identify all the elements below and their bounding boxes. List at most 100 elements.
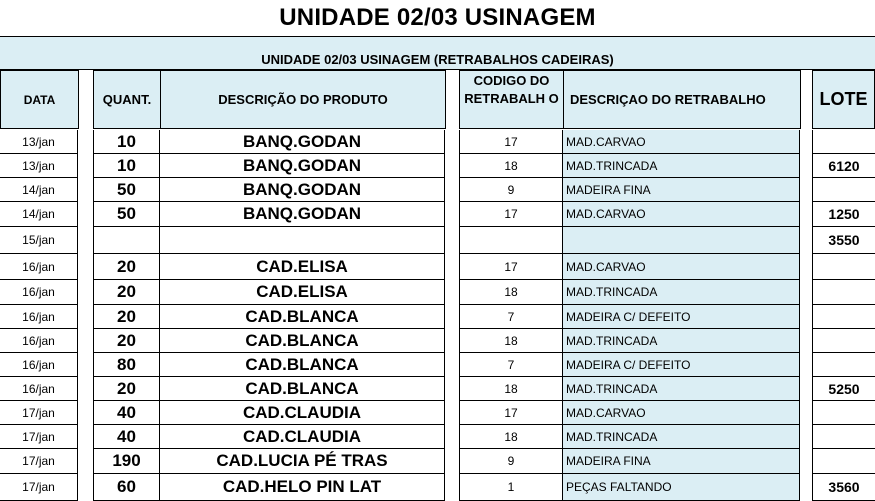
rework-code-cell[interactable]: 9 xyxy=(459,178,563,202)
rework-code-cell[interactable]: 18 xyxy=(459,280,563,305)
date-cell[interactable]: 17/jan xyxy=(0,449,78,474)
quantity-cell[interactable]: 40 xyxy=(93,401,160,425)
rework-description-cell[interactable]: MAD.TRINCADA xyxy=(563,280,800,305)
rework-description-cell[interactable]: MADEIRA FINA xyxy=(563,449,800,474)
header-data[interactable]: DATA xyxy=(0,70,79,129)
rework-code-cell[interactable]: 18 xyxy=(459,377,563,401)
date-cell[interactable]: 16/jan xyxy=(0,377,78,401)
rework-description-cell[interactable]: MAD.TRINCADA xyxy=(563,154,800,178)
product-cell[interactable] xyxy=(160,227,445,254)
date-cell[interactable]: 17/jan xyxy=(0,425,78,449)
product-cell[interactable]: CAD.ELISA xyxy=(160,280,445,305)
quantity-cell[interactable]: 10 xyxy=(93,154,160,178)
rework-code-cell[interactable]: 18 xyxy=(459,154,563,178)
product-cell[interactable]: BANQ.GODAN xyxy=(160,154,445,178)
date-cell[interactable]: 16/jan xyxy=(0,305,78,329)
rework-code-cell[interactable]: 7 xyxy=(459,353,563,377)
rework-description-cell[interactable]: MAD.CARVAO xyxy=(563,130,800,154)
rework-description-cell[interactable]: MAD.TRINCADA xyxy=(563,425,800,449)
date-cell[interactable]: 17/jan xyxy=(0,474,78,501)
sheet-title[interactable]: UNIDADE 02/03 USINAGEM xyxy=(0,0,875,36)
product-cell[interactable]: CAD.LUCIA PÉ TRAS xyxy=(160,449,445,474)
product-cell[interactable]: CAD.ELISA xyxy=(160,254,445,280)
quantity-cell[interactable]: 40 xyxy=(93,425,160,449)
quantity-cell[interactable]: 80 xyxy=(93,353,160,377)
date-cell[interactable]: 14/jan xyxy=(0,178,78,202)
lote-cell[interactable] xyxy=(812,130,875,154)
quantity-cell[interactable]: 20 xyxy=(93,254,160,280)
date-cell[interactable]: 17/jan xyxy=(0,401,78,425)
header-codigo[interactable]: CODIGO DO RETRABALH O xyxy=(459,70,564,129)
quantity-cell[interactable]: 190 xyxy=(93,449,160,474)
rework-description-cell[interactable]: MADEIRA C/ DEFEITO xyxy=(563,353,800,377)
lote-cell[interactable] xyxy=(812,329,875,353)
quantity-cell[interactable]: 10 xyxy=(93,130,160,154)
date-cell[interactable]: 13/jan xyxy=(0,154,78,178)
rework-description-cell[interactable]: MAD.CARVAO xyxy=(563,202,800,227)
lote-cell[interactable]: 3560 xyxy=(812,474,875,501)
rework-code-cell[interactable]: 17 xyxy=(459,202,563,227)
lote-cell[interactable] xyxy=(812,178,875,202)
rework-code-cell[interactable]: 7 xyxy=(459,305,563,329)
rework-code-cell[interactable]: 18 xyxy=(459,425,563,449)
product-cell[interactable]: CAD.CLAUDIA xyxy=(160,425,445,449)
product-cell[interactable]: CAD.BLANCA xyxy=(160,353,445,377)
lote-cell[interactable] xyxy=(812,254,875,280)
rework-description-cell[interactable]: MAD.TRINCADA xyxy=(563,377,800,401)
header-lote[interactable]: LOTE xyxy=(812,70,875,129)
product-cell[interactable]: CAD.CLAUDIA xyxy=(160,401,445,425)
product-cell[interactable]: CAD.HELO PIN LAT xyxy=(160,474,445,501)
date-cell[interactable]: 15/jan xyxy=(0,227,78,254)
product-cell[interactable]: CAD.BLANCA xyxy=(160,377,445,401)
table-subtitle[interactable]: UNIDADE 02/03 USINAGEM (RETRABALHOS CADE… xyxy=(0,36,875,70)
product-cell[interactable]: CAD.BLANCA xyxy=(160,329,445,353)
date-cell[interactable]: 13/jan xyxy=(0,130,78,154)
product-cell[interactable]: CAD.BLANCA xyxy=(160,305,445,329)
lote-cell[interactable] xyxy=(812,280,875,305)
table-row: 16/jan 20 CAD.BLANCA 7 MADEIRA C/ DEFEITO xyxy=(0,305,875,329)
quantity-cell[interactable]: 20 xyxy=(93,280,160,305)
rework-code-cell[interactable] xyxy=(459,227,563,254)
quantity-cell[interactable]: 20 xyxy=(93,377,160,401)
header-quant[interactable]: QUANT. xyxy=(93,70,161,129)
date-cell[interactable]: 14/jan xyxy=(0,202,78,227)
lote-cell[interactable] xyxy=(812,449,875,474)
date-cell[interactable]: 16/jan xyxy=(0,280,78,305)
lote-cell[interactable] xyxy=(812,353,875,377)
rework-code-cell[interactable]: 18 xyxy=(459,329,563,353)
quantity-cell[interactable]: 50 xyxy=(93,202,160,227)
date-cell[interactable]: 16/jan xyxy=(0,353,78,377)
rework-code-cell[interactable]: 17 xyxy=(459,130,563,154)
rework-description-cell[interactable]: MADEIRA FINA xyxy=(563,178,800,202)
lote-cell[interactable] xyxy=(812,305,875,329)
product-cell[interactable]: BANQ.GODAN xyxy=(160,202,445,227)
lote-cell[interactable] xyxy=(812,401,875,425)
lote-cell[interactable]: 1250 xyxy=(812,202,875,227)
lote-cell[interactable] xyxy=(812,425,875,449)
rework-code-cell[interactable]: 9 xyxy=(459,449,563,474)
quantity-cell[interactable]: 60 xyxy=(93,474,160,501)
header-retrabalho[interactable]: DESCRIÇAO DO RETRABALHO xyxy=(563,70,801,129)
product-cell[interactable]: BANQ.GODAN xyxy=(160,130,445,154)
table-row: 17/jan 60 CAD.HELO PIN LAT 1 PEÇAS FALTANDO 3… xyxy=(0,474,875,501)
rework-description-cell[interactable]: MAD.CARVAO xyxy=(563,401,800,425)
rework-code-cell[interactable]: 1 xyxy=(459,474,563,501)
date-cell[interactable]: 16/jan xyxy=(0,254,78,280)
header-produto[interactable]: DESCRIÇÃO DO PRODUTO xyxy=(160,70,446,129)
quantity-cell[interactable]: 20 xyxy=(93,329,160,353)
rework-code-cell[interactable]: 17 xyxy=(459,254,563,280)
product-cell[interactable]: BANQ.GODAN xyxy=(160,178,445,202)
rework-description-cell[interactable]: MADEIRA C/ DEFEITO xyxy=(563,305,800,329)
rework-description-cell[interactable]: MAD.TRINCADA xyxy=(563,329,800,353)
date-cell[interactable]: 16/jan xyxy=(0,329,78,353)
lote-cell[interactable]: 6120 xyxy=(812,154,875,178)
rework-description-cell[interactable]: PEÇAS FALTANDO xyxy=(563,474,800,501)
rework-code-cell[interactable]: 17 xyxy=(459,401,563,425)
rework-description-cell[interactable] xyxy=(563,227,800,254)
quantity-cell[interactable]: 20 xyxy=(93,305,160,329)
quantity-cell[interactable] xyxy=(93,227,160,254)
quantity-cell[interactable]: 50 xyxy=(93,178,160,202)
rework-description-cell[interactable]: MAD.CARVAO xyxy=(563,254,800,280)
lote-cell[interactable]: 3550 xyxy=(812,227,875,254)
lote-cell[interactable]: 5250 xyxy=(812,377,875,401)
